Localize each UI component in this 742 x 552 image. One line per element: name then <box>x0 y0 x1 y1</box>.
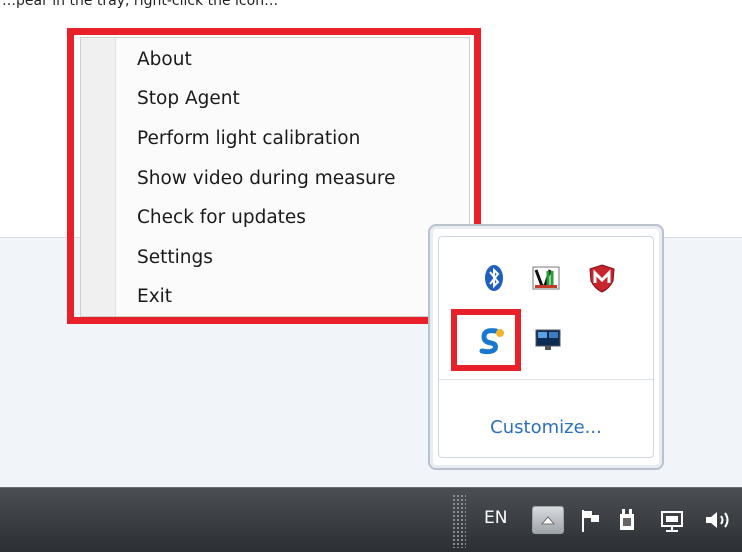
language-indicator[interactable]: EN <box>484 508 507 528</box>
menu-item-stop-agent[interactable]: Stop Agent <box>137 84 240 114</box>
tray-divider <box>439 379 653 380</box>
menu-item-settings[interactable]: Settings <box>137 243 213 273</box>
top-partial-text-content: …pear in the tray, right-click the icon… <box>2 0 279 9</box>
menu-item-perform-light-calibration[interactable]: Perform light calibration <box>137 124 360 154</box>
show-hidden-icons-button[interactable] <box>532 506 564 534</box>
network-icon[interactable] <box>658 506 688 538</box>
tray-overflow-panel: Customize... <box>438 236 654 458</box>
vmware-icon[interactable] <box>531 263 561 293</box>
menu-item-about[interactable]: About <box>137 45 192 75</box>
menu-item-check-for-updates[interactable]: Check for updates <box>137 203 306 233</box>
agent-app-icon[interactable] <box>475 325 505 355</box>
volume-icon[interactable] <box>702 506 736 538</box>
context-menu-gutter <box>81 38 116 316</box>
menu-item-show-video-during-measure[interactable]: Show video during measure <box>137 164 395 194</box>
power-plug-icon[interactable] <box>614 506 640 538</box>
top-partial-text: …pear in the tray, right-click the icon… <box>0 0 742 12</box>
taskbar: EN <box>0 487 742 552</box>
menu-item-exit[interactable]: Exit <box>137 282 172 312</box>
action-center-flag-icon[interactable] <box>578 506 604 538</box>
customize-link[interactable]: Customize... <box>439 417 653 438</box>
taskbar-grip[interactable] <box>452 494 466 548</box>
mcafee-icon[interactable] <box>587 263 617 293</box>
display-monitor-icon[interactable] <box>533 325 563 355</box>
tray-overflow-popup: Customize... <box>428 224 664 470</box>
bluetooth-icon[interactable] <box>479 263 509 293</box>
context-menu: About Stop Agent Perform light calibrati… <box>80 37 470 317</box>
